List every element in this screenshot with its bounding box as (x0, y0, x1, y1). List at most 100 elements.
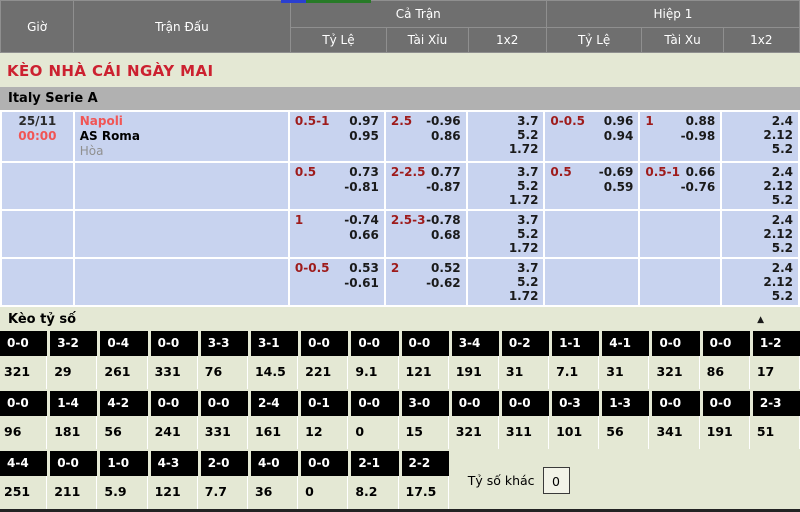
odds-value[interactable]: -0.96 (426, 114, 461, 129)
odds-value[interactable]: 0.53 (344, 261, 379, 276)
score-odds[interactable]: 7.1 (552, 356, 599, 389)
score-odds[interactable]: 101 (552, 416, 599, 449)
score-odds[interactable]: 161 (251, 416, 298, 449)
odds-value[interactable]: 5.2 (727, 193, 793, 207)
odds-value[interactable]: -0.98 (681, 129, 716, 144)
odds-value[interactable]: 2.12 (727, 227, 793, 241)
score-odds[interactable]: 12 (301, 416, 348, 449)
score-odds[interactable]: 191 (452, 356, 499, 389)
score-odds[interactable]: 311 (502, 416, 549, 449)
odds-value[interactable]: -0.62 (426, 276, 461, 291)
score-odds[interactable]: 9.1 (351, 356, 398, 389)
score-odds[interactable]: 0 (351, 416, 398, 449)
odds-value[interactable]: -0.74 (344, 213, 379, 228)
odds-value[interactable]: 0.77 (426, 165, 461, 180)
odds-value[interactable]: 0.66 (344, 228, 379, 243)
odds-value[interactable]: 5.2 (727, 142, 793, 156)
h1-overunder-cell[interactable]: 1 0.88-0.98 (640, 112, 720, 161)
score-odds[interactable]: 341 (652, 416, 699, 449)
score-odds[interactable]: 17.5 (402, 476, 449, 509)
ft-overunder-cell[interactable]: 2.5-3 -0.780.68 (386, 211, 466, 257)
h1-handicap-cell[interactable]: 0.5 -0.690.59 (545, 163, 638, 209)
h1-overunder-cell[interactable]: 0.5-1 0.66-0.76 (640, 163, 720, 209)
odds-value[interactable]: 5.2 (473, 179, 539, 193)
collapse-arrow-icon[interactable]: ▲ (757, 315, 764, 325)
score-odds[interactable]: 181 (50, 416, 97, 449)
ft-handicap-cell[interactable]: 0-0.5 0.53-0.61 (290, 259, 384, 305)
odds-value[interactable]: 0.95 (349, 129, 379, 144)
odds-value[interactable]: 5.2 (473, 128, 539, 142)
odds-value[interactable]: -0.81 (344, 180, 379, 195)
ft-1x2-cell[interactable]: 3.7 5.2 1.72 (468, 163, 544, 209)
score-odds[interactable]: 96 (0, 416, 47, 449)
score-odds[interactable]: 51 (753, 416, 800, 449)
odds-value[interactable]: 0.97 (349, 114, 379, 129)
ft-handicap-cell[interactable]: 1 -0.740.66 (290, 211, 384, 257)
score-odds[interactable]: 251 (0, 476, 47, 509)
score-odds[interactable]: 321 (0, 356, 47, 389)
other-score-input[interactable]: 0 (543, 467, 570, 494)
odds-value[interactable]: -0.76 (681, 180, 716, 195)
odds-value[interactable]: 5.2 (473, 227, 539, 241)
ft-handicap-cell[interactable]: 0.5 0.73-0.81 (290, 163, 384, 209)
odds-value[interactable]: 0.73 (344, 165, 379, 180)
odds-value[interactable]: 2.4 (727, 213, 793, 227)
odds-value[interactable]: 5.2 (727, 241, 793, 255)
odds-value[interactable]: 3.7 (473, 165, 539, 179)
h1-handicap-cell[interactable]: 0-0.5 0.960.94 (545, 112, 638, 161)
odds-value[interactable]: 0.66 (681, 165, 716, 180)
score-odds[interactable]: 7.7 (201, 476, 248, 509)
score-odds[interactable]: 76 (201, 356, 248, 389)
score-odds[interactable]: 31 (502, 356, 549, 389)
score-odds[interactable]: 14.5 (251, 356, 298, 389)
odds-value[interactable]: 2.12 (727, 179, 793, 193)
score-odds[interactable]: 241 (151, 416, 198, 449)
h1-1x2-cell[interactable]: 2.4 2.12 5.2 (722, 112, 798, 161)
score-odds[interactable]: 56 (100, 416, 147, 449)
odds-value[interactable]: 0.88 (681, 114, 716, 129)
odds-value[interactable]: 2.12 (727, 128, 793, 142)
score-odds[interactable]: 31 (602, 356, 649, 389)
score-odds[interactable]: 5.9 (100, 476, 147, 509)
ft-overunder-cell[interactable]: 2-2.5 0.77-0.87 (386, 163, 466, 209)
score-odds[interactable]: 29 (50, 356, 97, 389)
odds-value[interactable]: -0.69 (599, 165, 634, 180)
score-odds[interactable]: 261 (100, 356, 147, 389)
odds-value[interactable]: 1.72 (473, 289, 539, 303)
odds-value[interactable]: 3.7 (473, 114, 539, 128)
score-odds[interactable]: 331 (201, 416, 248, 449)
odds-value[interactable]: 2.12 (727, 275, 793, 289)
odds-value[interactable]: 0.94 (604, 129, 634, 144)
score-odds[interactable]: 8.2 (351, 476, 398, 509)
ft-overunder-cell[interactable]: 2 0.52-0.62 (386, 259, 466, 305)
odds-value[interactable]: 0.59 (599, 180, 634, 195)
odds-value[interactable]: 2.4 (727, 165, 793, 179)
odds-value[interactable]: 1.72 (473, 142, 539, 156)
odds-value[interactable]: -0.87 (426, 180, 461, 195)
score-odds[interactable]: 17 (753, 356, 800, 389)
ft-1x2-cell[interactable]: 3.7 5.2 1.72 (468, 211, 544, 257)
ft-handicap-cell[interactable]: 0.5-1 0.970.95 (290, 112, 384, 161)
odds-value[interactable]: 0.96 (604, 114, 634, 129)
odds-value[interactable]: -0.78 (426, 213, 461, 228)
odds-value[interactable]: 0.86 (426, 129, 461, 144)
odds-value[interactable]: 1.72 (473, 193, 539, 207)
score-odds[interactable]: 56 (602, 416, 649, 449)
odds-value[interactable]: 1.72 (473, 241, 539, 255)
odds-value[interactable]: 2.4 (727, 114, 793, 128)
score-odds[interactable]: 221 (301, 356, 348, 389)
odds-value[interactable]: 2.4 (727, 261, 793, 275)
score-odds[interactable]: 121 (151, 476, 198, 509)
score-odds[interactable]: 15 (402, 416, 449, 449)
score-odds[interactable]: 211 (50, 476, 97, 509)
ft-1x2-cell[interactable]: 3.7 5.2 1.72 (468, 112, 544, 161)
ft-overunder-cell[interactable]: 2.5 -0.960.86 (386, 112, 466, 161)
score-odds[interactable]: 0 (301, 476, 348, 509)
score-odds[interactable]: 321 (452, 416, 499, 449)
h1-1x2-cell[interactable]: 2.4 2.12 5.2 (722, 211, 798, 257)
odds-value[interactable]: 0.52 (426, 261, 461, 276)
h1-1x2-cell[interactable]: 2.4 2.12 5.2 (722, 259, 798, 305)
score-odds[interactable]: 331 (151, 356, 198, 389)
odds-value[interactable]: 5.2 (727, 289, 793, 303)
odds-value[interactable]: 3.7 (473, 261, 539, 275)
